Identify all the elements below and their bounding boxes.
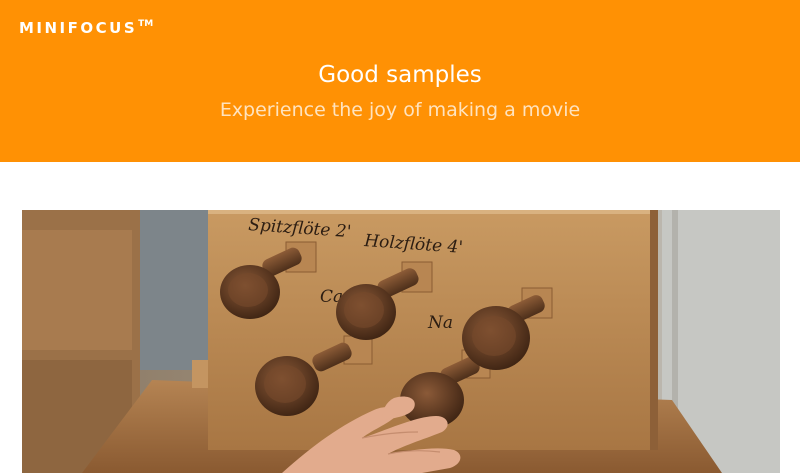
- brand-logo[interactable]: MINIFOCUSTM: [19, 19, 153, 37]
- banner-title: Good samples: [318, 62, 482, 88]
- svg-text:Na: Na: [427, 313, 453, 333]
- brand-name: MINIFOCUS: [19, 19, 138, 37]
- banner-subtitle: Experience the joy of making a movie: [219, 99, 581, 121]
- trademark-mark: TM: [138, 19, 154, 29]
- header-banner: MINIFOCUSTM Good samples Experience the …: [0, 0, 800, 162]
- sample-photo: Spitzflöte 2' Holzflöte 4' Ca Na: [22, 210, 780, 473]
